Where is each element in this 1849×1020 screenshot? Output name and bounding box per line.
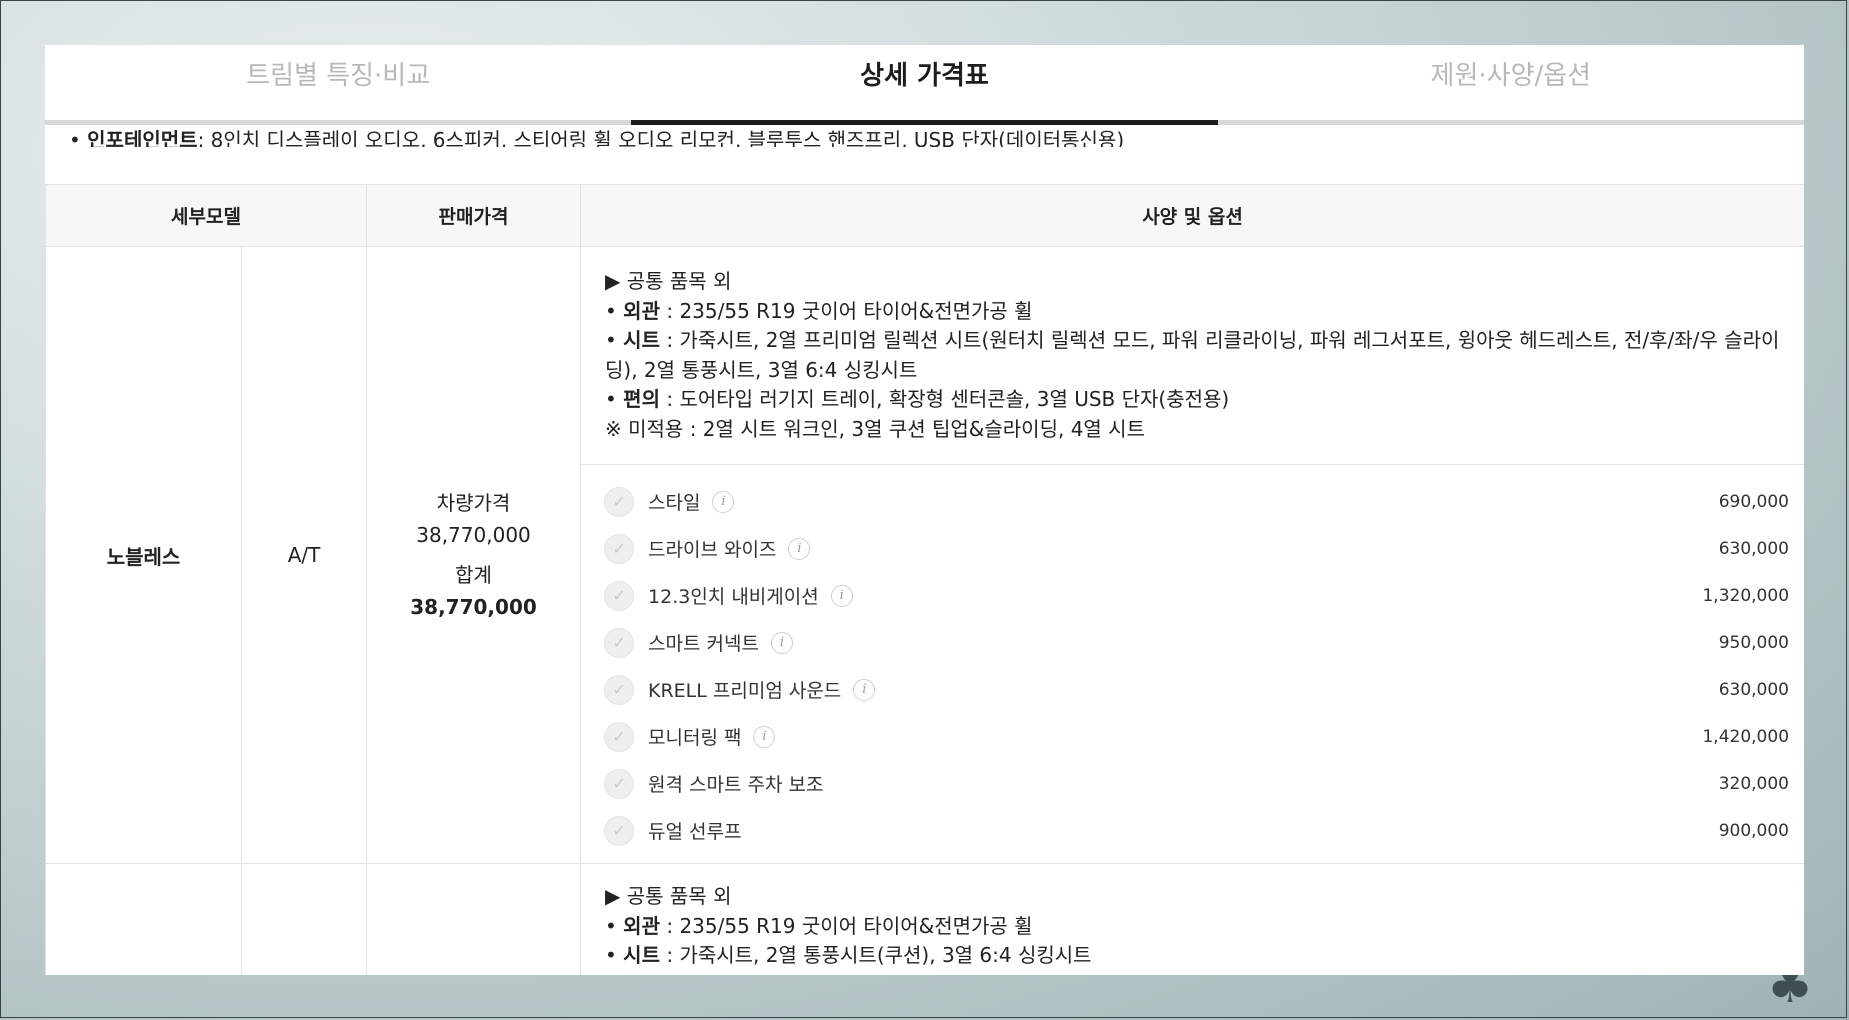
option-name: 스타일	[648, 492, 701, 514]
info-icon[interactable]: i	[770, 631, 793, 654]
option-price: 630,000	[1718, 538, 1790, 559]
option-name: 12.3인치 내비게이션	[648, 586, 819, 608]
spec-line-convenience: • 편의 : 도어타입 러기지 트레이, 확장형 센터콘솔, 3열 USB 단자…	[605, 387, 1230, 411]
option-row-monitoring-pack: ✓ 모니터링 팩 i 1,420,000	[604, 713, 1789, 760]
option-row-navigation: ✓ 12.3인치 내비게이션 i 1,320,000	[604, 572, 1789, 619]
total-label: 합계	[455, 563, 492, 587]
option-price: 1,420,000	[1702, 726, 1790, 747]
spec-text: : 가죽시트, 2열 프리미엄 릴렉션 시트(원터치 릴렉션 모드, 파워 리클…	[605, 328, 1780, 382]
tab-trim-compare[interactable]: 트림별 특징·비교	[45, 45, 631, 120]
header-spec: 사양 및 옵션	[580, 184, 1804, 247]
option-row-dual-sunroof: ✓ 듀얼 선루프 900,000	[604, 807, 1789, 854]
info-icon[interactable]: i	[712, 490, 735, 513]
spec-label: 편의	[623, 387, 660, 411]
option-price: 1,320,000	[1702, 585, 1790, 606]
option-name: 드라이브 와이즈	[648, 539, 777, 561]
option-row-style: ✓ 스타일 i 690,000	[604, 478, 1789, 525]
option-row-drive-wise: ✓ 드라이브 와이즈 i 630,000	[604, 525, 1789, 572]
spec-text: : 235/55 R19 굿이어 타이어&전면가공 휠	[659, 298, 1033, 323]
option-price: 320,000	[1718, 773, 1790, 794]
table-row: 노블레스 A/T 차량가격 38,770,000 합계 38,770,000 ▶…	[45, 246, 1804, 864]
price-cell: 차량가격 38,770,000 합계 38,770,000	[366, 246, 582, 864]
option-row-smart-connect: ✓ 스마트 커넥트 i 950,000	[604, 619, 1789, 666]
spec-cell: ▶ 공통 품목 외 • 외관 : 235/55 R19 굿이어 타이어&전면가공…	[580, 246, 1804, 465]
check-icon[interactable]: ✓	[604, 580, 635, 611]
option-name: 스마트 커넥트	[648, 633, 759, 655]
spec-text: : 235/55 R19 굿이어 타이어&전면가공 휠	[659, 913, 1033, 938]
info-icon[interactable]: i	[853, 678, 876, 701]
table-header-row: 세부모델 판매가격 사양 및 옵션	[45, 184, 1804, 247]
header-price: 판매가격	[366, 184, 582, 247]
price-panel: 트림별 특징·비교 상세 가격표 제원·사양/옵션 • 인포테인먼트: 8인치 …	[45, 45, 1804, 975]
spec-text: : 가죽시트, 2열 통풍시트(쿠션), 3열 6:4 싱킹시트	[659, 943, 1092, 967]
vehicle-price-label: 차량가격	[436, 491, 511, 515]
common-title: ▶ 공통 품목 외	[605, 269, 732, 293]
check-icon[interactable]: ✓	[604, 721, 635, 752]
option-price: 950,000	[1718, 632, 1790, 653]
tab-price-table[interactable]: 상세 가격표	[631, 45, 1218, 125]
model-name: 노블레스	[45, 246, 242, 864]
price-table: 세부모델 판매가격 사양 및 옵션 노블레스 A/T 차량가격 38,770,0…	[45, 184, 1804, 975]
common-title: ▶ 공통 품목 외	[605, 884, 732, 908]
price-cell-empty	[366, 863, 582, 975]
option-name: 모니터링 팩	[648, 727, 742, 749]
option-list: ✓ 스타일 i 690,000 ✓ 드라이브 와이즈 i 630,000 ✓ 1…	[582, 466, 1803, 862]
check-icon[interactable]: ✓	[604, 768, 635, 799]
spec-label: 외관	[623, 298, 660, 323]
info-icon[interactable]: i	[830, 584, 853, 607]
option-price: 900,000	[1718, 820, 1790, 841]
spec-line-seat: • 시트 : 가죽시트, 2열 프리미엄 릴렉션 시트(원터치 릴렉션 모드, …	[605, 328, 1780, 382]
total-price: 38,770,000	[410, 595, 537, 619]
check-icon[interactable]: ✓	[604, 533, 635, 564]
vehicle-price: 38,770,000	[416, 523, 531, 547]
spec-line-exterior: • 외관 : 235/55 R19 굿이어 타이어&전면가공 휠	[605, 913, 1033, 938]
transmission: A/T	[240, 246, 368, 864]
clipped-spec-text: : 8인치 디스플레이 오디오, 6스피커, 스티어링 휠 오디오 리모컨, 블…	[197, 128, 1125, 147]
option-row-krell-sound: ✓ KRELL 프리미엄 사운드 i 630,000	[604, 666, 1789, 713]
spec-line-exterior: • 외관 : 235/55 R19 굿이어 타이어&전면가공 휠	[605, 298, 1033, 323]
option-price: 690,000	[1718, 491, 1790, 512]
option-name: 원격 스마트 주차 보조	[648, 774, 824, 796]
option-row-remote-parking: ✓ 원격 스마트 주차 보조 320,000	[604, 760, 1789, 807]
check-icon[interactable]: ✓	[604, 486, 635, 517]
spec-text: : 도어타입 러기지 트레이, 확장형 센터콘솔, 3열 USB 단자(충전용)	[659, 387, 1230, 411]
spec-cell: ▶ 공통 품목 외 • 외관 : 235/55 R19 굿이어 타이어&전면가공…	[580, 863, 1804, 975]
option-price: 630,000	[1718, 679, 1790, 700]
option-name: 듀얼 선루프	[648, 821, 742, 843]
transmission-empty	[240, 863, 368, 975]
model-name-empty	[45, 863, 242, 975]
option-name: KRELL 프리미엄 사운드	[648, 680, 842, 702]
check-icon[interactable]: ✓	[604, 627, 635, 658]
check-icon[interactable]: ✓	[604, 815, 635, 846]
tab-specs-options[interactable]: 제원·사양/옵션	[1218, 45, 1804, 120]
spec-label: 시트	[623, 943, 660, 967]
spec-line-seat: • 시트 : 가죽시트, 2열 통풍시트(쿠션), 3열 6:4 싱킹시트	[605, 943, 1092, 967]
tab-bar: 트림별 특징·비교 상세 가격표 제원·사양/옵션	[45, 45, 1804, 125]
spec-label: 외관	[623, 913, 660, 938]
header-model: 세부모델	[45, 184, 368, 247]
info-icon[interactable]: i	[788, 537, 811, 560]
check-icon[interactable]: ✓	[604, 674, 635, 705]
options-cell: ✓ 스타일 i 690,000 ✓ 드라이브 와이즈 i 630,000 ✓ 1…	[580, 464, 1804, 864]
spec-label: 시트	[623, 328, 660, 352]
clipped-spec-label: 인포테인먼트	[87, 128, 198, 147]
info-icon[interactable]: i	[753, 725, 776, 748]
table-row: ▶ 공통 품목 외 • 외관 : 235/55 R19 굿이어 타이어&전면가공…	[45, 863, 1804, 975]
spec-note: ※ 미적용 : 2열 시트 워크인, 3열 쿠션 팁업&슬라이딩, 4열 시트	[605, 416, 1145, 441]
